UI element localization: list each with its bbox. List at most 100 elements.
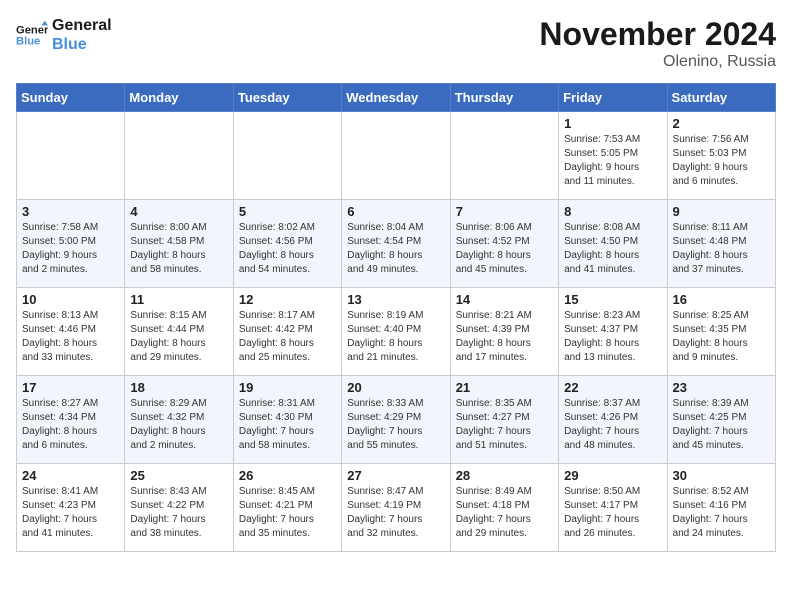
day-info: Sunrise: 8:37 AM Sunset: 4:26 PM Dayligh…	[564, 397, 661, 453]
day-info: Sunrise: 8:35 AM Sunset: 4:27 PM Dayligh…	[456, 397, 553, 453]
col-wednesday: Wednesday	[342, 84, 450, 112]
col-tuesday: Tuesday	[233, 84, 341, 112]
day-number: 6	[347, 204, 444, 219]
day-number: 8	[564, 204, 661, 219]
day-info: Sunrise: 7:58 AM Sunset: 5:00 PM Dayligh…	[22, 221, 119, 277]
table-row: 22 Sunrise: 8:37 AM Sunset: 4:26 PM Dayli…	[559, 376, 667, 464]
day-number: 18	[130, 380, 227, 395]
logo-line1: General	[52, 16, 112, 35]
table-row: 13 Sunrise: 8:19 AM Sunset: 4:40 PM Dayli…	[342, 288, 450, 376]
col-saturday: Saturday	[667, 84, 775, 112]
col-thursday: Thursday	[450, 84, 558, 112]
logo-line2: Blue	[52, 35, 112, 54]
table-row: 16 Sunrise: 8:25 AM Sunset: 4:35 PM Dayli…	[667, 288, 775, 376]
day-info: Sunrise: 8:27 AM Sunset: 4:34 PM Dayligh…	[22, 397, 119, 453]
table-row: 25Sunrise: 8:43 AM Sunset: 4:22 PM Dayli…	[125, 464, 233, 552]
day-number: 5	[239, 204, 336, 219]
day-info: Sunrise: 8:52 AM Sunset: 4:16 PM Dayligh…	[673, 485, 770, 541]
table-row: 11 Sunrise: 8:15 AM Sunset: 4:44 PM Dayli…	[125, 288, 233, 376]
table-row: 27 Sunrise: 8:47 AM Sunset: 4:19 PM Dayli…	[342, 464, 450, 552]
table-row: 4Sunrise: 8:00 AM Sunset: 4:58 PM Daylig…	[125, 200, 233, 288]
day-number: 12	[239, 292, 336, 307]
table-row: 7 Sunrise: 8:06 AM Sunset: 4:52 PM Daylig…	[450, 200, 558, 288]
day-info: Sunrise: 8:19 AM Sunset: 4:40 PM Dayligh…	[347, 309, 444, 365]
day-info: Sunrise: 8:33 AM Sunset: 4:29 PM Dayligh…	[347, 397, 444, 453]
table-row: 1 Sunrise: 7:53 AM Sunset: 5:05 PM Daylig…	[559, 112, 667, 200]
day-number: 17	[22, 380, 119, 395]
table-row: 23 Sunrise: 8:39 AM Sunset: 4:25 PM Dayli…	[667, 376, 775, 464]
day-info: Sunrise: 8:50 AM Sunset: 4:17 PM Dayligh…	[564, 485, 661, 541]
day-number: 3	[22, 204, 119, 219]
day-number: 14	[456, 292, 553, 307]
table-row: 26 Sunrise: 8:45 AM Sunset: 4:21 PM Dayli…	[233, 464, 341, 552]
table-row: 5 Sunrise: 8:02 AM Sunset: 4:56 PM Daylig…	[233, 200, 341, 288]
day-info: Sunrise: 7:53 AM Sunset: 5:05 PM Dayligh…	[564, 133, 661, 189]
day-number: 9	[673, 204, 770, 219]
day-info: Sunrise: 8:13 AM Sunset: 4:46 PM Dayligh…	[22, 309, 119, 365]
table-row	[233, 112, 341, 200]
day-number: 23	[673, 380, 770, 395]
day-number: 11	[130, 292, 227, 307]
day-number: 30	[673, 468, 770, 483]
table-row: 9 Sunrise: 8:11 AM Sunset: 4:48 PM Daylig…	[667, 200, 775, 288]
col-monday: Monday	[125, 84, 233, 112]
logo: General Blue General Blue	[16, 16, 112, 54]
table-row: 3 Sunrise: 7:58 AM Sunset: 5:00 PM Daylig…	[17, 200, 125, 288]
calendar-header: Sunday Monday Tuesday Wednesday Thursday…	[17, 84, 776, 112]
day-number: 26	[239, 468, 336, 483]
day-info: Sunrise: 8:02 AM Sunset: 4:56 PM Dayligh…	[239, 221, 336, 277]
day-number: 16	[673, 292, 770, 307]
day-info: Sunrise: 8:23 AM Sunset: 4:37 PM Dayligh…	[564, 309, 661, 365]
day-info: Sunrise: 8:08 AM Sunset: 4:50 PM Dayligh…	[564, 221, 661, 277]
day-info: Sunrise: 8:45 AM Sunset: 4:21 PM Dayligh…	[239, 485, 336, 541]
table-row: 20Sunrise: 8:33 AM Sunset: 4:29 PM Dayli…	[342, 376, 450, 464]
day-number: 1	[564, 116, 661, 131]
table-row: 12 Sunrise: 8:17 AM Sunset: 4:42 PM Dayli…	[233, 288, 341, 376]
day-info: Sunrise: 8:21 AM Sunset: 4:39 PM Dayligh…	[456, 309, 553, 365]
location: Olenino, Russia	[539, 53, 776, 71]
day-info: Sunrise: 8:04 AM Sunset: 4:54 PM Dayligh…	[347, 221, 444, 277]
day-number: 2	[673, 116, 770, 131]
svg-text:General: General	[16, 25, 48, 37]
day-number: 4	[130, 204, 227, 219]
calendar-table: Sunday Monday Tuesday Wednesday Thursday…	[16, 83, 776, 552]
month-title: November 2024	[539, 16, 776, 53]
day-number: 19	[239, 380, 336, 395]
day-info: Sunrise: 8:47 AM Sunset: 4:19 PM Dayligh…	[347, 485, 444, 541]
table-row	[342, 112, 450, 200]
calendar-body: 1 Sunrise: 7:53 AM Sunset: 5:05 PM Daylig…	[17, 112, 776, 552]
day-info: Sunrise: 7:56 AM Sunset: 5:03 PM Dayligh…	[673, 133, 770, 189]
table-row: 24Sunrise: 8:41 AM Sunset: 4:23 PM Dayli…	[17, 464, 125, 552]
day-info: Sunrise: 8:43 AM Sunset: 4:22 PM Dayligh…	[130, 485, 227, 541]
day-number: 15	[564, 292, 661, 307]
day-info: Sunrise: 8:39 AM Sunset: 4:25 PM Dayligh…	[673, 397, 770, 453]
day-number: 27	[347, 468, 444, 483]
table-row: 21 Sunrise: 8:35 AM Sunset: 4:27 PM Dayli…	[450, 376, 558, 464]
table-row: 14 Sunrise: 8:21 AM Sunset: 4:39 PM Dayli…	[450, 288, 558, 376]
day-info: Sunrise: 8:31 AM Sunset: 4:30 PM Dayligh…	[239, 397, 336, 453]
table-row: 2 Sunrise: 7:56 AM Sunset: 5:03 PM Daylig…	[667, 112, 775, 200]
day-number: 22	[564, 380, 661, 395]
day-info: Sunrise: 8:25 AM Sunset: 4:35 PM Dayligh…	[673, 309, 770, 365]
table-row	[125, 112, 233, 200]
col-sunday: Sunday	[17, 84, 125, 112]
table-row: 30 Sunrise: 8:52 AM Sunset: 4:16 PM Dayli…	[667, 464, 775, 552]
day-info: Sunrise: 8:11 AM Sunset: 4:48 PM Dayligh…	[673, 221, 770, 277]
day-info: Sunrise: 8:15 AM Sunset: 4:44 PM Dayligh…	[130, 309, 227, 365]
day-info: Sunrise: 8:06 AM Sunset: 4:52 PM Dayligh…	[456, 221, 553, 277]
table-row: 18 Sunrise: 8:29 AM Sunset: 4:32 PM Dayli…	[125, 376, 233, 464]
table-row: 19 Sunrise: 8:31 AM Sunset: 4:30 PM Dayli…	[233, 376, 341, 464]
day-number: 13	[347, 292, 444, 307]
table-row: 17 Sunrise: 8:27 AM Sunset: 4:34 PM Dayli…	[17, 376, 125, 464]
day-number: 7	[456, 204, 553, 219]
logo-icon: General Blue	[16, 19, 48, 51]
day-info: Sunrise: 8:49 AM Sunset: 4:18 PM Dayligh…	[456, 485, 553, 541]
table-row: 28 Sunrise: 8:49 AM Sunset: 4:18 PM Dayli…	[450, 464, 558, 552]
day-number: 29	[564, 468, 661, 483]
day-number: 28	[456, 468, 553, 483]
day-number: 21	[456, 380, 553, 395]
table-row: 6 Sunrise: 8:04 AM Sunset: 4:54 PM Daylig…	[342, 200, 450, 288]
svg-text:Blue: Blue	[16, 36, 40, 48]
day-info: Sunrise: 8:17 AM Sunset: 4:42 PM Dayligh…	[239, 309, 336, 365]
day-info: Sunrise: 8:29 AM Sunset: 4:32 PM Dayligh…	[130, 397, 227, 453]
